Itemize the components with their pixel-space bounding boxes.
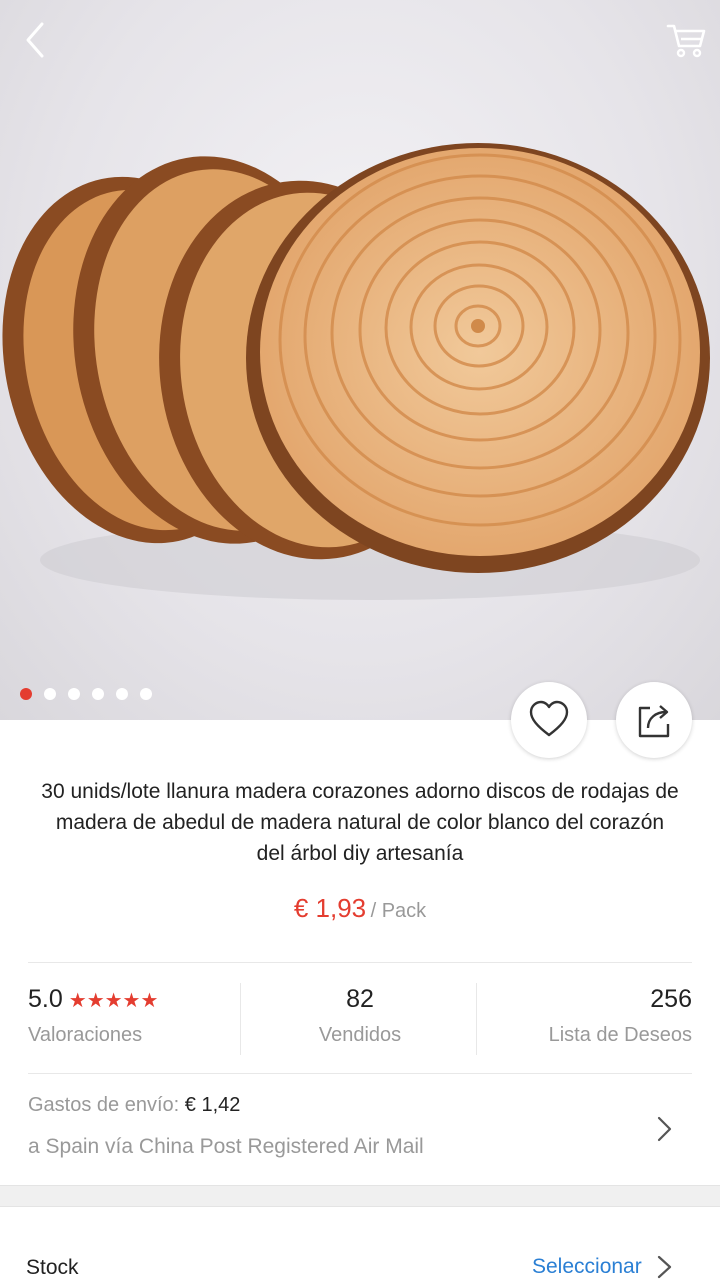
shipping-value: € 1,42 <box>184 1094 241 1116</box>
gallery-pagination <box>20 688 152 700</box>
product-price: € 1,93 <box>293 893 367 923</box>
stock-label: Stock <box>26 1256 79 1279</box>
gallery-dot[interactable] <box>20 688 32 700</box>
chevron-right-icon <box>657 1116 672 1142</box>
share-icon <box>638 705 670 738</box>
cart-icon <box>666 24 706 58</box>
chevron-right-icon <box>657 1255 672 1279</box>
wishlist-value: 256 <box>650 985 692 1013</box>
gallery-dot[interactable] <box>140 688 152 700</box>
heart-icon <box>529 700 569 737</box>
divider <box>240 983 241 1055</box>
divider <box>476 983 477 1055</box>
stock-select-label: Seleccionar <box>532 1255 642 1278</box>
stock-select-button[interactable]: Seleccionar <box>532 1255 642 1279</box>
price-row: € 1,93 / Pack <box>0 893 720 924</box>
divider <box>28 1073 692 1074</box>
share-button[interactable] <box>616 682 692 758</box>
product-title: 30 unids/lote llanura madera corazones a… <box>41 780 679 865</box>
shipping-method: a Spain vía China Post Registered Air Ma… <box>28 1135 424 1158</box>
gallery-dot[interactable] <box>68 688 80 700</box>
chevron-left-icon <box>26 22 44 58</box>
wood-slices-photo <box>2 143 710 600</box>
sold-label: Vendidos <box>318 1024 402 1046</box>
shipping-label: Gastos de envío: <box>28 1094 180 1116</box>
sold-stat: 82 Vendidos <box>242 985 478 1047</box>
shipping-cost: Gastos de envío: € 1,42 <box>28 1094 240 1117</box>
price-unit: / Pack <box>370 900 427 922</box>
sold-value: 82 <box>346 985 374 1013</box>
cart-button[interactable] <box>664 18 708 62</box>
shipping-details-button[interactable] <box>652 1114 676 1149</box>
product-image-gallery[interactable] <box>0 0 720 720</box>
gallery-dot[interactable] <box>92 688 104 700</box>
rating-value: 5.0 <box>28 985 63 1013</box>
rating-stars-icon: ★★★★★ <box>68 990 159 1012</box>
gallery-dot[interactable] <box>116 688 128 700</box>
stock-select-chevron[interactable] <box>652 1254 676 1285</box>
section-separator <box>0 1185 720 1207</box>
wishlist-stat: 256 Lista de Deseos <box>480 985 692 1047</box>
gallery-dot[interactable] <box>44 688 56 700</box>
back-button[interactable] <box>16 18 60 62</box>
wishlist-button[interactable] <box>511 682 587 758</box>
rating-stat[interactable]: 5.0 ★★★★★ Valoraciones <box>28 985 158 1047</box>
rating-label: Valoraciones <box>28 1024 143 1046</box>
wishlist-label: Lista de Deseos <box>548 1024 692 1046</box>
divider <box>28 962 692 963</box>
